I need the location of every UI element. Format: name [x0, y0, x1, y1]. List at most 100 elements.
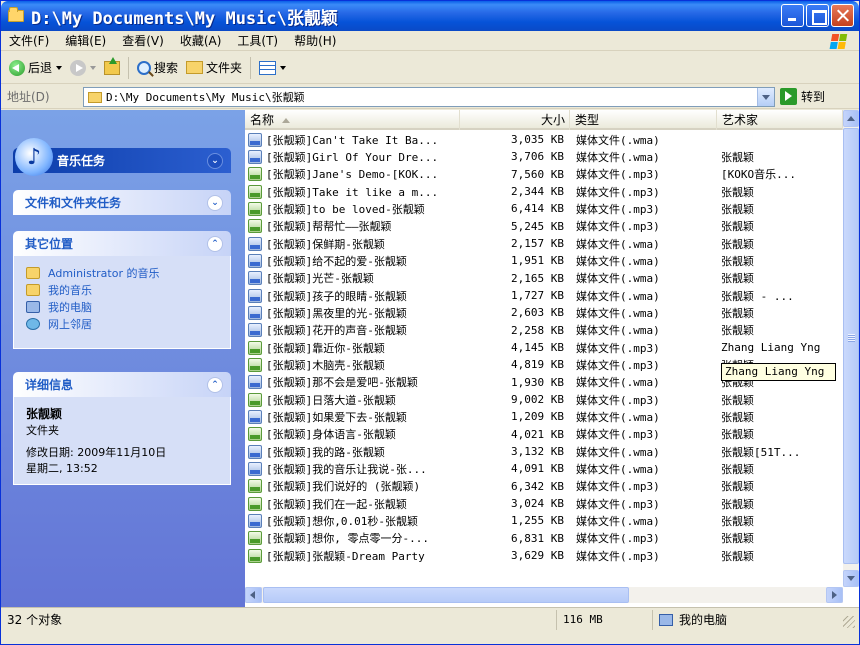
place-my-computer[interactable]: 我的电脑: [26, 298, 218, 315]
scroll-right-button[interactable]: [826, 587, 843, 603]
music-folder-icon: [26, 266, 40, 279]
file-row[interactable]: [张靓颖]靠近你-张靓颖 4,145 KB 媒体文件(.mp3) Zhang Lian…: [245, 339, 843, 356]
file-name-cell[interactable]: [张靓颖]我们说好的 (张靓颖): [245, 478, 460, 494]
file-name-cell[interactable]: [张靓颖]我的路-张靓颖: [245, 444, 460, 460]
up-button[interactable]: [100, 55, 124, 81]
file-name-cell[interactable]: [张靓颖]身体语言-张靓颖: [245, 426, 460, 442]
scroll-down-button[interactable]: [843, 570, 859, 587]
other-places-header[interactable]: 其它位置 ⌃: [13, 231, 231, 256]
scroll-left-button[interactable]: [245, 587, 262, 603]
file-name-cell[interactable]: [张靓颖]日落大道-张靓颖: [245, 392, 460, 408]
menu-favorites[interactable]: 收藏(A): [172, 32, 230, 49]
file-name-cell[interactable]: [张靓颖]花开的声音-张靓颖: [245, 322, 460, 338]
views-dropdown-icon[interactable]: [280, 65, 287, 70]
views-button[interactable]: [255, 55, 290, 81]
file-name-cell[interactable]: [张靓颖]张靓颖-Dream Party: [245, 548, 460, 564]
search-button[interactable]: 搜索: [133, 55, 182, 81]
horizontal-scroll-thumb[interactable]: [263, 587, 629, 603]
file-row[interactable]: [张靓颖]如果爱下去-张靓颖 1,209 KB 媒体文件(.wma) 张靓颖: [245, 408, 843, 425]
file-name-cell[interactable]: [张靓颖]to be loved-张靓颖: [245, 201, 460, 217]
file-row[interactable]: [张靓颖]我的音乐让我说-张... 4,091 KB 媒体文件(.wma) 张靓颖: [245, 460, 843, 477]
music-tasks-header[interactable]: ♪ 音乐任务 ⌄: [13, 138, 231, 176]
file-row[interactable]: [张靓颖]Can't Take It Ba... 3,035 KB 媒体文件(.wm…: [245, 131, 843, 148]
file-name-cell[interactable]: [张靓颖]那不会是爱吧-张靓颖: [245, 374, 460, 390]
menu-help[interactable]: 帮助(H): [286, 32, 344, 49]
resize-grip-icon[interactable]: [843, 616, 855, 628]
file-name-cell[interactable]: [张靓颖]保鲜期-张靓颖: [245, 236, 460, 252]
file-name-cell[interactable]: [张靓颖]我的音乐让我说-张...: [245, 461, 460, 477]
file-name-cell[interactable]: [张靓颖]我们在一起-张靓颖: [245, 496, 460, 512]
menu-tools[interactable]: 工具(T): [229, 32, 286, 49]
file-name-cell[interactable]: [张靓颖]Jane's Demo-[KOK...: [245, 166, 460, 182]
file-row[interactable]: [张靓颖]想你, 零点零一分-... 6,831 KB 媒体文件(.mp3) 张靓颖: [245, 530, 843, 547]
menu-edit[interactable]: 编辑(E): [57, 32, 114, 49]
address-path[interactable]: D:\My Documents\My Music\张靓颖: [106, 89, 305, 105]
file-row[interactable]: [张靓颖]我们说好的 (张靓颖) 6,342 KB 媒体文件(.mp3) 张靓颖: [245, 478, 843, 495]
file-name-cell[interactable]: [张靓颖]靠近你-张靓颖: [245, 340, 460, 356]
expand-chevron-icon[interactable]: ⌄: [207, 195, 223, 211]
file-row[interactable]: [张靓颖]日落大道-张靓颖 9,002 KB 媒体文件(.mp3) 张靓颖: [245, 391, 843, 408]
close-button[interactable]: [831, 4, 854, 27]
address-input[interactable]: D:\My Documents\My Music\张靓颖: [83, 87, 775, 107]
file-row[interactable]: [张靓颖]黑夜里的光-张靓颖 2,603 KB 媒体文件(.wma) 张靓颖: [245, 304, 843, 321]
file-name-cell[interactable]: [张靓颖]黑夜里的光-张靓颖: [245, 305, 460, 321]
go-button[interactable]: 转到: [780, 88, 825, 105]
title-bar[interactable]: D:\My Documents\My Music\张靓颖: [1, 1, 859, 31]
column-header-name[interactable]: 名称: [245, 110, 460, 130]
file-folder-tasks-header[interactable]: 文件和文件夹任务 ⌄: [13, 190, 231, 215]
horizontal-scrollbar[interactable]: [245, 587, 843, 603]
file-row[interactable]: [张靓颖]Girl Of Your Dre... 3,706 KB 媒体文件(.wm…: [245, 148, 843, 165]
wma-file-icon: [248, 513, 262, 528]
music-folder-icon: [26, 283, 40, 296]
file-row[interactable]: [张靓颖]孩子的眼睛-张靓颖 1,727 KB 媒体文件(.wma) 张靓颖 - ..…: [245, 287, 843, 304]
place-administrator-music[interactable]: Administrator 的音乐: [26, 264, 218, 281]
file-row[interactable]: [张靓颖]to be loved-张靓颖 6,414 KB 媒体文件(.mp3) 张靓…: [245, 200, 843, 217]
file-row[interactable]: [张靓颖]帮帮忙——张靓颖 5,245 KB 媒体文件(.mp3) 张靓颖: [245, 218, 843, 235]
file-row[interactable]: [张靓颖]给不起的爱-张靓颖 1,951 KB 媒体文件(.wma) 张靓颖: [245, 252, 843, 269]
address-dropdown-icon[interactable]: [757, 88, 774, 106]
expand-chevron-icon[interactable]: ⌄: [207, 153, 223, 169]
minimize-button[interactable]: [781, 4, 804, 27]
menu-file[interactable]: 文件(F): [1, 32, 57, 49]
file-name-cell[interactable]: [张靓颖]如果爱下去-张靓颖: [245, 409, 460, 425]
file-row[interactable]: [张靓颖]我的路-张靓颖 3,132 KB 媒体文件(.wma) 张靓颖[51T...: [245, 443, 843, 460]
file-row[interactable]: [张靓颖]光芒-张靓颖 2,165 KB 媒体文件(.wma) 张靓颖: [245, 270, 843, 287]
scroll-up-button[interactable]: [843, 110, 859, 127]
menu-view[interactable]: 查看(V): [114, 32, 172, 49]
file-row[interactable]: [张靓颖]保鲜期-张靓颖 2,157 KB 媒体文件(.wma) 张靓颖: [245, 235, 843, 252]
file-row[interactable]: [张靓颖]我们在一起-张靓颖 3,024 KB 媒体文件(.mp3) 张靓颖: [245, 495, 843, 512]
file-row[interactable]: [张靓颖]Take it like a m... 2,344 KB 媒体文件(.mp…: [245, 183, 843, 200]
column-header-size[interactable]: 大小: [460, 110, 570, 130]
file-name-cell[interactable]: [张靓颖]Girl Of Your Dre...: [245, 149, 460, 165]
file-name-cell[interactable]: [张靓颖]给不起的爱-张靓颖: [245, 253, 460, 269]
file-row[interactable]: [张靓颖]花开的声音-张靓颖 2,258 KB 媒体文件(.wma) 张靓颖: [245, 322, 843, 339]
maximize-button[interactable]: [806, 4, 829, 27]
forward-dropdown-icon[interactable]: [90, 65, 97, 70]
file-row[interactable]: [张靓颖]Jane's Demo-[KOK... 7,560 KB 媒体文件(.mp…: [245, 166, 843, 183]
collapse-chevron-icon[interactable]: ⌃: [207, 236, 223, 252]
back-button[interactable]: 后退: [5, 55, 66, 81]
vertical-scrollbar[interactable]: [843, 110, 859, 587]
details-header[interactable]: 详细信息 ⌃: [13, 372, 231, 397]
forward-button[interactable]: [66, 55, 100, 81]
column-header-type[interactable]: 类型: [570, 110, 717, 130]
file-name-cell[interactable]: [张靓颖]Take it like a m...: [245, 184, 460, 200]
file-name-cell[interactable]: [张靓颖]木脑壳-张靓颖: [245, 357, 460, 373]
folders-button[interactable]: 文件夹: [182, 55, 246, 81]
file-row[interactable]: [张靓颖]身体语言-张靓颖 4,021 KB 媒体文件(.mp3) 张靓颖: [245, 426, 843, 443]
collapse-chevron-icon[interactable]: ⌃: [207, 377, 223, 393]
file-name-cell[interactable]: [张靓颖]想你,0.01秒-张靓颖: [245, 513, 460, 529]
file-name-cell[interactable]: [张靓颖]Can't Take It Ba...: [245, 132, 460, 148]
back-dropdown-icon[interactable]: [56, 65, 63, 70]
column-header-artist[interactable]: 艺术家: [717, 110, 843, 130]
file-name-cell[interactable]: [张靓颖]光芒-张靓颖: [245, 270, 460, 286]
file-name-cell[interactable]: [张靓颖]帮帮忙——张靓颖: [245, 218, 460, 234]
file-name-cell[interactable]: [张靓颖]孩子的眼睛-张靓颖: [245, 288, 460, 304]
place-my-music[interactable]: 我的音乐: [26, 281, 218, 298]
file-name-cell[interactable]: [张靓颖]想你, 零点零一分-...: [245, 530, 460, 546]
file-row[interactable]: [张靓颖]张靓颖-Dream Party 3,629 KB 媒体文件(.mp3) 张靓…: [245, 547, 843, 564]
place-network[interactable]: 网上邻居: [26, 315, 218, 332]
vertical-scroll-thumb[interactable]: [843, 128, 859, 564]
go-label: 转到: [801, 90, 826, 104]
file-row[interactable]: [张靓颖]想你,0.01秒-张靓颖 1,255 KB 媒体文件(.wma) 张靓颖: [245, 512, 843, 529]
